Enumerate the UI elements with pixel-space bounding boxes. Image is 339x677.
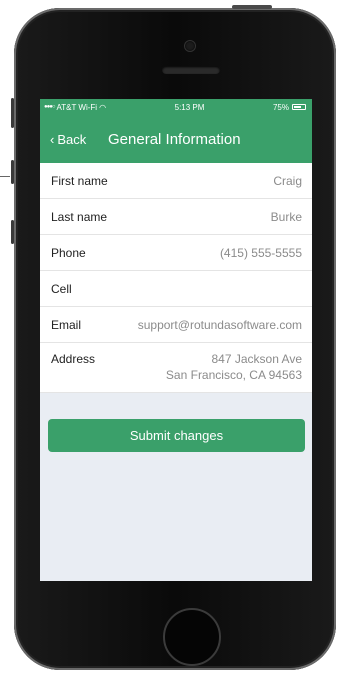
cell-row[interactable]: Cell xyxy=(40,271,312,307)
address-field[interactable]: 847 Jackson Ave San Francisco, CA 94563 xyxy=(166,351,302,383)
page-title: General Information xyxy=(108,130,241,148)
status-carrier-group: ●●●○ AT&T Wi-Fi ◠ xyxy=(44,103,106,112)
status-bar: ●●●○ AT&T Wi-Fi ◠ 5:13 PM 75% xyxy=(40,99,312,115)
phone-label: Phone xyxy=(51,245,86,260)
mute-switch xyxy=(11,98,14,128)
submit-changes-button[interactable]: Submit changes xyxy=(48,419,305,452)
last-name-field[interactable]: Burke xyxy=(271,210,302,224)
volume-up-button xyxy=(11,160,14,184)
last-name-row[interactable]: Last name Burke xyxy=(40,199,312,235)
battery-percent: 75% xyxy=(272,102,289,112)
address-line-2: San Francisco, CA 94563 xyxy=(165,368,302,382)
status-time: 5:13 PM xyxy=(174,102,205,112)
address-line-1: 847 Jackson Ave xyxy=(211,352,302,366)
phone-field[interactable]: (415) 555-5555 xyxy=(220,246,302,260)
phone-row[interactable]: Phone (415) 555-5555 xyxy=(40,235,312,271)
back-label: Back xyxy=(57,131,87,147)
battery-icon xyxy=(291,104,306,110)
annotation-line xyxy=(0,176,10,177)
nav-bar: ‹ Back General Information xyxy=(40,115,312,163)
email-field[interactable]: support@rotundasoftware.com xyxy=(138,318,302,332)
carrier-label: AT&T Wi-Fi xyxy=(56,102,98,112)
status-battery-group: 75% xyxy=(273,103,306,112)
first-name-label: First name xyxy=(51,173,108,188)
email-row[interactable]: Email support@rotundasoftware.com xyxy=(40,307,312,343)
chevron-left-icon: ‹ xyxy=(50,131,55,147)
cell-label: Cell xyxy=(51,281,72,296)
home-button[interactable] xyxy=(163,608,221,666)
first-name-field[interactable]: Craig xyxy=(273,174,302,188)
volume-down-button xyxy=(11,220,14,244)
last-name-label: Last name xyxy=(51,209,108,224)
address-label: Address xyxy=(51,352,96,366)
power-button xyxy=(232,5,272,9)
address-row[interactable]: Address 847 Jackson Ave San Francisco, C… xyxy=(40,343,312,393)
front-camera xyxy=(185,41,195,51)
back-button[interactable]: ‹ Back xyxy=(40,132,86,147)
email-label: Email xyxy=(51,317,82,332)
signal-icon: ●●●○ xyxy=(44,104,55,110)
wifi-icon: ◠ xyxy=(99,102,107,112)
speaker-grille xyxy=(162,66,220,74)
phone-screen: ●●●○ AT&T Wi-Fi ◠ 5:13 PM 75% ‹ Back Gen… xyxy=(40,99,312,581)
first-name-row[interactable]: First name Craig xyxy=(40,163,312,199)
info-form: First name Craig Last name Burke Phone (… xyxy=(40,163,312,393)
